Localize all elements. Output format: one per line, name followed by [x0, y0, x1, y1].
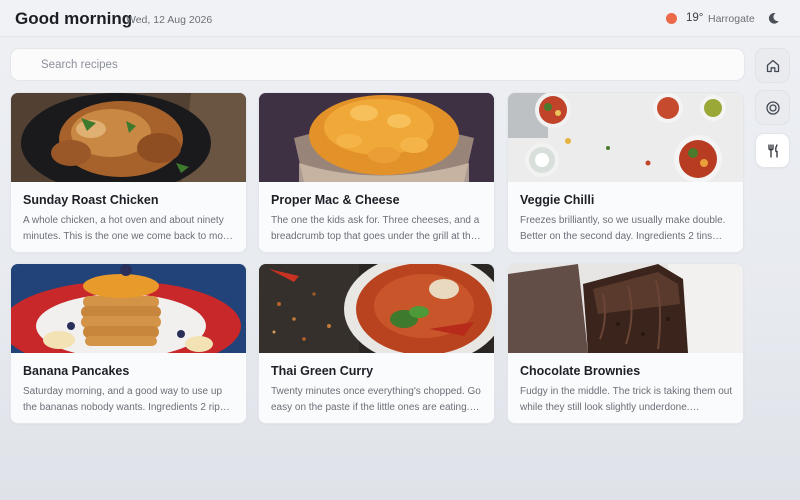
current-date: Wed, 12 Aug 2026 [126, 14, 213, 26]
greeting: Good morning [15, 9, 133, 28]
recipe-card[interactable]: Veggie Chilli Freezes brilliantly, so we… [507, 92, 744, 253]
recipe-title: Chocolate Brownies [520, 364, 641, 378]
recipe-card[interactable]: Thai Green Curry Twenty minutes once eve… [258, 263, 495, 424]
recipe-description: The one the kids ask for. Three cheeses,… [271, 215, 481, 242]
recipe-title: Veggie Chilli [520, 193, 595, 207]
moon-icon[interactable] [767, 12, 780, 25]
recipe-image [259, 264, 494, 353]
recipe-description: Twenty minutes once everything's chopped… [271, 386, 481, 413]
recipe-card[interactable]: Sunday Roast Chicken A whole chicken, a … [10, 92, 247, 253]
recipe-image [11, 264, 246, 353]
recipe-title: Thai Green Curry [271, 364, 374, 378]
recipe-card[interactable]: Banana Pancakes Saturday morning, and a … [10, 263, 247, 424]
target-icon [765, 100, 780, 115]
recipe-image [11, 93, 246, 182]
nav-recipes-button[interactable] [755, 133, 790, 168]
recipe-title: Sunday Roast Chicken [23, 193, 159, 207]
fork-knife-icon [767, 143, 778, 158]
recipe-image [259, 93, 494, 182]
recipe-title: Banana Pancakes [23, 364, 130, 378]
recipe-description: Saturday morning, and a good way to use … [23, 386, 230, 413]
weather-location: Harrogate [708, 13, 755, 25]
recipe-card[interactable]: Chocolate Brownies Fudgy in the middle. … [507, 263, 744, 424]
home-icon [766, 59, 779, 72]
recipe-description: Freezes brilliantly, so we usually make … [520, 215, 726, 242]
temperature: 19° [686, 12, 704, 24]
recipe-card[interactable]: Proper Mac & Cheese The one the kids ask… [258, 92, 495, 253]
nav-home-button[interactable] [755, 48, 790, 83]
recipe-description: A whole chicken, a hot oven and about ni… [23, 215, 233, 242]
search-input[interactable] [10, 48, 745, 81]
top-bar: Good morning Wed, 12 Aug 2026 19° Harrog… [0, 0, 800, 37]
recipe-description: Fudgy in the middle. The trick is taking… [520, 386, 733, 413]
recipe-image [508, 264, 743, 353]
recipe-title: Proper Mac & Cheese [271, 193, 400, 207]
nav-goals-button[interactable] [755, 90, 790, 125]
recipe-image [508, 93, 743, 182]
weather-indicator-icon [666, 13, 677, 24]
